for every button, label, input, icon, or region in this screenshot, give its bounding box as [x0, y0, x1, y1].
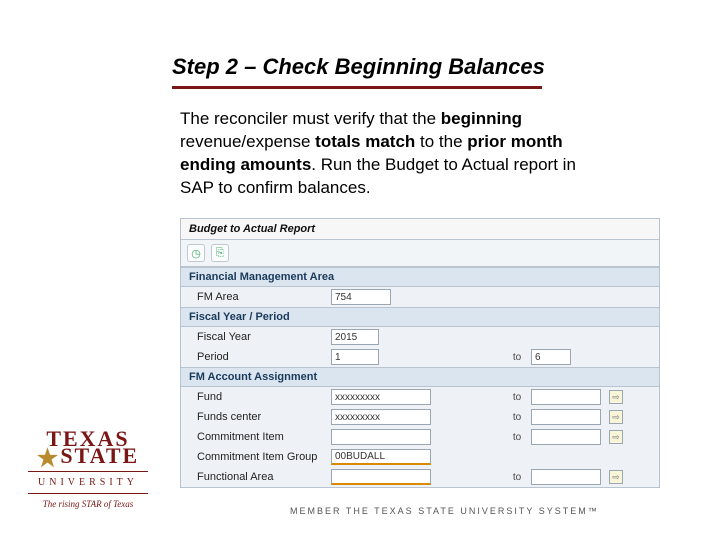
clock-icon[interactable]: ◷	[187, 244, 205, 262]
sap-report-screenshot: Budget to Actual Report ◷ ⎘ Financial Ma…	[180, 218, 660, 488]
multi-select-icon[interactable]: ⇨	[609, 470, 623, 484]
input-fm-area[interactable]: 754	[331, 289, 391, 305]
input-period-to[interactable]: 6	[531, 349, 571, 365]
input-functional-area-from[interactable]	[331, 469, 431, 485]
input-funds-center-from[interactable]: xxxxxxxxx	[331, 409, 431, 425]
input-fund-to[interactable]	[531, 389, 601, 405]
logo-tagline: The rising STAR of Texas	[28, 499, 148, 509]
label-to-funds-center: to	[507, 412, 527, 423]
sap-row-functional-area: Functional Area to ⇨	[181, 467, 659, 487]
sap-window-title: Budget to Actual Report	[181, 219, 659, 240]
sap-row-commitment-item: Commitment Item to ⇨	[181, 427, 659, 447]
label-to-period: to	[507, 352, 527, 363]
sap-row-fund: Fund xxxxxxxxx to ⇨	[181, 387, 659, 407]
label-fund: Fund	[197, 391, 327, 403]
member-footer: MEMBER THE TEXAS STATE UNIVERSITY SYSTEM…	[290, 506, 599, 516]
label-commitment-item-group: Commitment Item Group	[197, 451, 327, 463]
input-functional-area-to[interactable]	[531, 469, 601, 485]
texas-state-logo: TEXAS ★STATE UNIVERSITY The rising STAR …	[28, 430, 148, 509]
input-commitment-item-from[interactable]	[331, 429, 431, 445]
body-bold-beginning: beginning	[441, 109, 522, 128]
label-commitment-item: Commitment Item	[197, 431, 327, 443]
multi-select-icon[interactable]: ⇨	[609, 390, 623, 404]
input-commitment-item-group[interactable]: 00BUDALL	[331, 449, 431, 465]
title-underline	[172, 86, 542, 89]
logo-university: UNIVERSITY	[28, 477, 148, 488]
sap-section-fiscal-year: Fiscal Year / Period Fiscal Year 2015 Pe…	[181, 307, 659, 367]
sap-section-fma: Financial Management Area FM Area 754	[181, 267, 659, 307]
sap-section-fm-assignment: FM Account Assignment Fund xxxxxxxxx to …	[181, 367, 659, 487]
sap-row-fiscal-year: Fiscal Year 2015	[181, 327, 659, 347]
logo-rule-bottom	[28, 493, 148, 494]
input-fund-from[interactable]: xxxxxxxxx	[331, 389, 431, 405]
label-functional-area: Functional Area	[197, 471, 327, 483]
label-funds-center: Funds center	[197, 411, 327, 423]
logo-line-1: TEXAS ★STATE	[28, 430, 148, 466]
label-fm-area: FM Area	[197, 291, 327, 303]
label-fiscal-year: Fiscal Year	[197, 331, 327, 343]
label-to-commitment-item: to	[507, 432, 527, 443]
star-icon: ★	[37, 450, 61, 469]
sap-section-header-fma: Financial Management Area	[181, 268, 659, 287]
input-funds-center-to[interactable]	[531, 409, 601, 425]
sap-section-header-assign: FM Account Assignment	[181, 368, 659, 387]
body-text-2: revenue/expense	[180, 132, 315, 151]
body-text-1: The reconciler must verify that the	[180, 109, 441, 128]
slide-title: Step 2 – Check Beginning Balances	[172, 54, 545, 89]
label-to-functional-area: to	[507, 472, 527, 483]
sap-row-fm-area: FM Area 754	[181, 287, 659, 307]
body-paragraph: The reconciler must verify that the begi…	[180, 108, 600, 200]
sap-row-funds-center: Funds center xxxxxxxxx to ⇨	[181, 407, 659, 427]
sap-section-header-fy: Fiscal Year / Period	[181, 308, 659, 327]
input-period-from[interactable]: 1	[331, 349, 379, 365]
sap-row-commitment-item-group: Commitment Item Group 00BUDALL	[181, 447, 659, 467]
slide-title-text: Step 2 – Check Beginning Balances	[172, 54, 545, 79]
multi-select-icon[interactable]: ⇨	[609, 430, 623, 444]
sap-toolbar: ◷ ⎘	[181, 240, 659, 267]
sap-row-period: Period 1 to 6	[181, 347, 659, 367]
input-fiscal-year[interactable]: 2015	[331, 329, 379, 345]
body-bold-totals-match: totals match	[315, 132, 415, 151]
label-to-fund: to	[507, 392, 527, 403]
multi-select-icon[interactable]: ⇨	[609, 410, 623, 424]
logo-word-state: STATE	[60, 443, 139, 468]
body-text-3: to the	[415, 132, 467, 151]
input-commitment-item-to[interactable]	[531, 429, 601, 445]
variant-icon[interactable]: ⎘	[211, 244, 229, 262]
label-period: Period	[197, 351, 327, 363]
